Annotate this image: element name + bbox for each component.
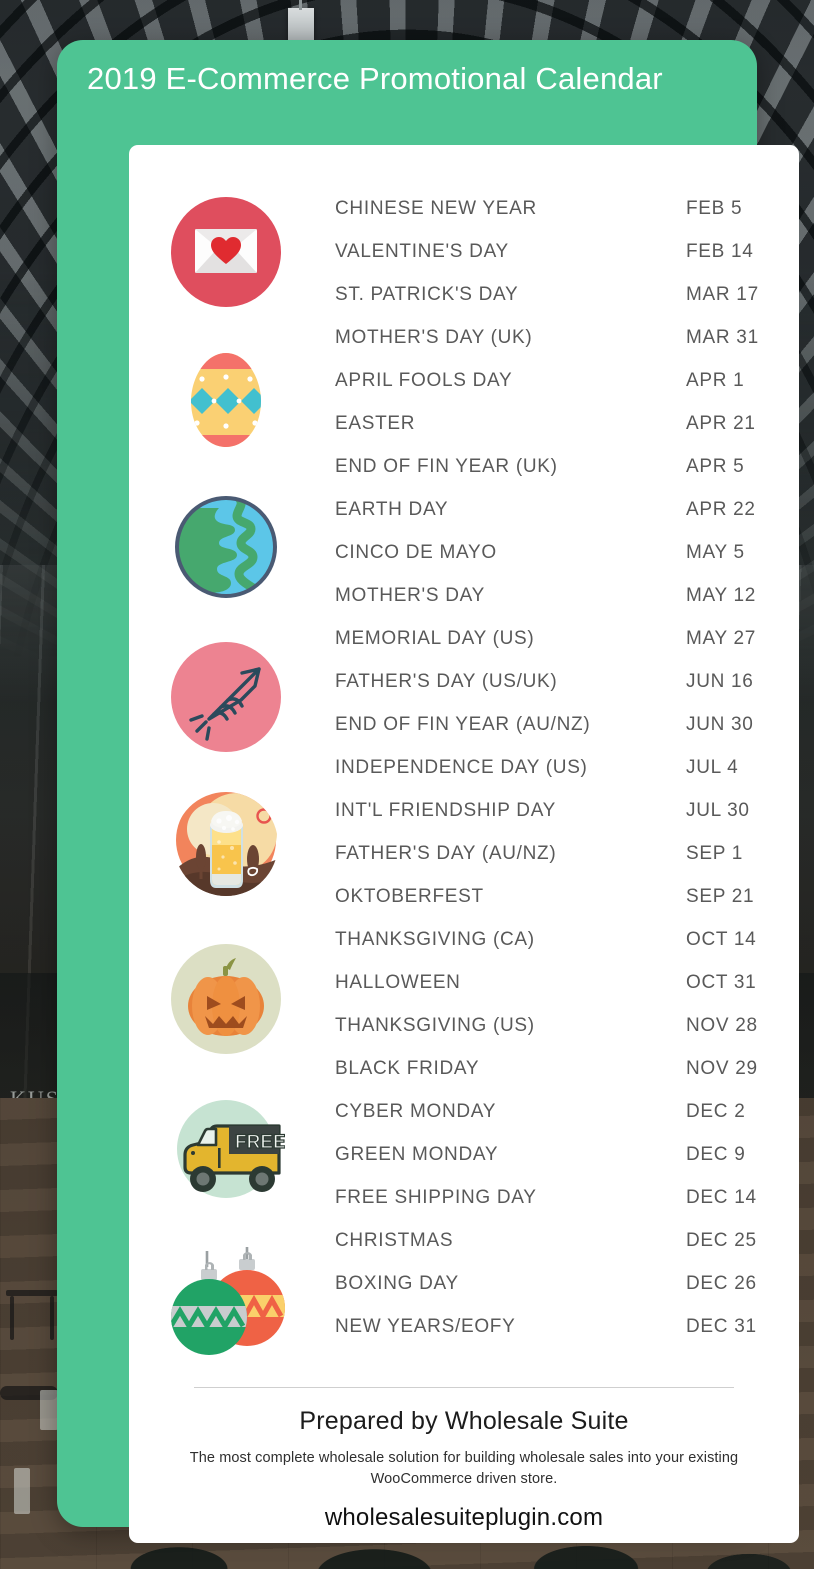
event-name: FREE SHIPPING DAY: [335, 1187, 537, 1208]
table-row: CYBER MONDAY DEC 2: [129, 1090, 799, 1133]
event-name: CYBER MONDAY: [335, 1101, 497, 1122]
event-date: DEC 26: [686, 1273, 757, 1294]
event-date: JUL 30: [686, 800, 750, 821]
event-name: CINCO DE MAYO: [335, 542, 497, 563]
page-title: 2019 E-Commerce Promotional Calendar: [87, 61, 663, 96]
table-row: EASTER APR 21: [129, 402, 799, 445]
event-date: DEC 25: [686, 1230, 757, 1251]
event-date: NOV 28: [686, 1015, 758, 1036]
table-row: FATHER'S DAY (AU/NZ) SEP 1: [129, 832, 799, 875]
table-row: FATHER'S DAY (US/UK) JUN 16: [129, 660, 799, 703]
event-date: SEP 1: [686, 843, 744, 864]
event-date: JUL 4: [686, 757, 739, 778]
table-row: HALLOWEEN OCT 31: [129, 961, 799, 1004]
event-name: HALLOWEEN: [335, 972, 461, 993]
table-row: INT'L FRIENDSHIP DAY JUL 30: [129, 789, 799, 832]
event-date: NOV 29: [686, 1058, 758, 1079]
table-row: END OF FIN YEAR (UK) APR 5: [129, 445, 799, 488]
event-date: APR 22: [686, 499, 756, 520]
table-row: CINCO DE MAYO MAY 5: [129, 531, 799, 574]
table-row: MOTHER'S DAY MAY 12: [129, 574, 799, 617]
background-table: [6, 1290, 58, 1296]
table-row: MEMORIAL DAY (US) MAY 27: [129, 617, 799, 660]
event-name: ST. PATRICK'S DAY: [335, 284, 519, 305]
table-row: THANKSGIVING (US) NOV 28: [129, 1004, 799, 1047]
table-row: EARTH DAY APR 22: [129, 488, 799, 531]
table-row: ST. PATRICK'S DAY MAR 17: [129, 273, 799, 316]
event-name: CHINESE NEW YEAR: [335, 198, 537, 219]
event-name: END OF FIN YEAR (UK): [335, 456, 558, 477]
event-date: FEB 14: [686, 241, 754, 262]
footer-url[interactable]: wholesalesuiteplugin.com: [129, 1504, 799, 1532]
event-name: INT'L FRIENDSHIP DAY: [335, 800, 557, 821]
event-name: VALENTINE'S DAY: [335, 241, 509, 262]
event-date: MAY 27: [686, 628, 757, 649]
event-date: FEB 5: [686, 198, 743, 219]
event-date: DEC 2: [686, 1101, 746, 1122]
table-row: THANKSGIVING (CA) OCT 14: [129, 918, 799, 961]
infographic-page: KUSM 2019 E-Commerce Promotional Calenda…: [0, 0, 814, 1569]
event-date: JUN 16: [686, 671, 754, 692]
table-row: END OF FIN YEAR (AU/NZ) JUN 30: [129, 703, 799, 746]
event-name: MOTHER'S DAY (UK): [335, 327, 533, 348]
table-row: VALENTINE'S DAY FEB 14: [129, 230, 799, 273]
table-row: BLACK FRIDAY NOV 29: [129, 1047, 799, 1090]
event-name: BOXING DAY: [335, 1273, 459, 1294]
background-table-leg: [10, 1296, 14, 1340]
event-date: APR 1: [686, 370, 745, 391]
event-date: DEC 14: [686, 1187, 757, 1208]
event-name: MOTHER'S DAY: [335, 585, 485, 606]
event-date: OCT 31: [686, 972, 757, 993]
event-name: EARTH DAY: [335, 499, 449, 520]
table-row: FREE SHIPPING DAY DEC 14: [129, 1176, 799, 1219]
table-row: MOTHER'S DAY (UK) MAR 31: [129, 316, 799, 359]
footer-divider: [194, 1387, 734, 1388]
event-date: JUN 30: [686, 714, 754, 735]
event-name: GREEN MONDAY: [335, 1144, 499, 1165]
event-name: CHRISTMAS: [335, 1230, 454, 1251]
event-name: INDEPENDENCE DAY (US): [335, 757, 588, 778]
event-date: APR 21: [686, 413, 756, 434]
event-name: FATHER'S DAY (US/UK): [335, 671, 558, 692]
table-row: OKTOBERFEST SEP 21: [129, 875, 799, 918]
footer-heading: Prepared by Wholesale Suite: [299, 1407, 629, 1435]
event-date: MAR 31: [686, 327, 759, 348]
footer-description: The most complete wholesale solution for…: [189, 1450, 739, 1487]
table-row: BOXING DAY DEC 26: [129, 1262, 799, 1305]
event-name: NEW YEARS/EOFY: [335, 1316, 516, 1337]
table-row: CHINESE NEW YEAR FEB 5: [129, 187, 799, 230]
event-date: MAR 17: [686, 284, 759, 305]
event-name: THANKSGIVING (US): [335, 1015, 535, 1036]
table-row: NEW YEARS/EOFY DEC 31: [129, 1305, 799, 1348]
event-name: FATHER'S DAY (AU/NZ): [335, 843, 557, 864]
event-date: SEP 21: [686, 886, 755, 907]
event-name: MEMORIAL DAY (US): [335, 628, 535, 649]
event-date: DEC 9: [686, 1144, 746, 1165]
calendar-card: 2019 E-Commerce Promotional Calendar FRE…: [57, 40, 799, 1543]
event-name: END OF FIN YEAR (AU/NZ): [335, 714, 591, 735]
event-name: APRIL FOOLS DAY: [335, 370, 513, 391]
background-table-leg: [50, 1296, 54, 1340]
background-chair: [40, 1390, 58, 1430]
event-date: APR 5: [686, 456, 745, 477]
event-name: OKTOBERFEST: [335, 886, 484, 907]
event-date: MAY 5: [686, 542, 745, 563]
calendar-panel: FREE CHINESE NEW YEAR FEB 5 VALENTINE'S …: [129, 145, 799, 1543]
table-row: APRIL FOOLS DAY APR 1: [129, 359, 799, 402]
table-row: INDEPENDENCE DAY (US) JUL 4: [129, 746, 799, 789]
event-name: BLACK FRIDAY: [335, 1058, 480, 1079]
event-name: EASTER: [335, 413, 416, 434]
event-date: MAY 12: [686, 585, 757, 606]
table-row: CHRISTMAS DEC 25: [129, 1219, 799, 1262]
event-name: THANKSGIVING (CA): [335, 929, 535, 950]
footer: Prepared by Wholesale Suite The most com…: [129, 1407, 799, 1532]
table-row: GREEN MONDAY DEC 9: [129, 1133, 799, 1176]
event-date: OCT 14: [686, 929, 757, 950]
event-date: DEC 31: [686, 1316, 757, 1337]
